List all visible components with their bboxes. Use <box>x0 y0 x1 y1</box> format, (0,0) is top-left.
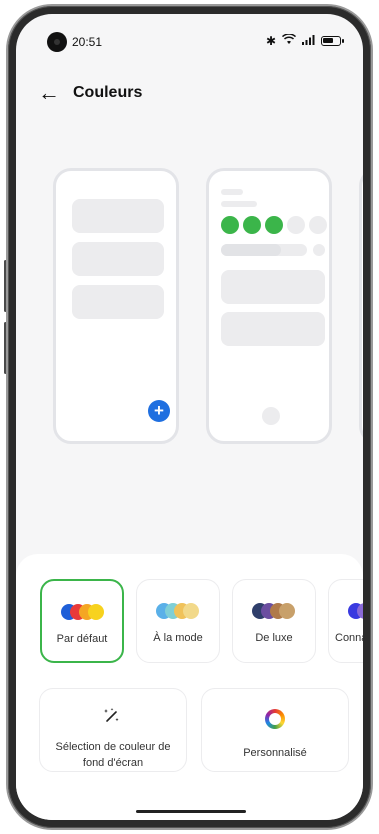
bluetooth-icon: ✱ <box>265 34 276 48</box>
style-card-par-defaut[interactable]: Par défaut <box>40 579 124 663</box>
preview-toggle-dot <box>309 216 327 234</box>
preview-slider-fill <box>221 244 281 256</box>
battery-icon <box>321 36 344 46</box>
preview-placeholder-bar <box>221 270 325 304</box>
arrow-left-icon[interactable]: ← <box>38 82 60 104</box>
preview-placeholder-bar <box>221 189 243 195</box>
status-time: 20:51 <box>72 35 103 49</box>
preview-accent-dot <box>243 216 261 234</box>
preview-screen-next <box>359 168 363 444</box>
color-swatch-icon <box>233 603 315 619</box>
style-label: De luxe <box>255 632 293 644</box>
style-card-conna[interactable]: Conna <box>328 579 363 663</box>
custom-color-button[interactable]: Personnalisé <box>201 688 349 772</box>
swatch-circle <box>88 604 104 620</box>
color-style-sheet: Par défaut À la mode De luxe Conn Sélect… <box>16 554 363 820</box>
color-swatch-icon <box>329 603 363 619</box>
preview-placeholder-bar <box>221 312 325 346</box>
preview-placeholder-bar <box>72 242 164 276</box>
status-bar: 20:51 ✱ <box>16 32 363 52</box>
swatch-circle <box>279 603 295 619</box>
plus-icon: + <box>148 400 170 422</box>
color-ring-icon <box>265 709 285 729</box>
camera-icon <box>47 32 67 52</box>
home-indicator[interactable] <box>136 810 246 813</box>
swatch-circle <box>183 603 199 619</box>
status-icons: ✱ <box>265 33 344 48</box>
wallpaper-color-button[interactable]: Sélection de couleur de fond d'écran <box>39 688 187 772</box>
volume-button <box>4 260 7 312</box>
preview-placeholder-bar <box>72 285 164 319</box>
wifi-icon <box>281 33 297 48</box>
style-label: À la mode <box>153 632 203 644</box>
volume-button <box>4 322 7 374</box>
style-label: Par défaut <box>56 633 108 645</box>
wallpaper-color-label: Sélection de couleur de fond d'écran <box>55 741 171 769</box>
preview-toggle-dot <box>287 216 305 234</box>
signal-icon <box>302 34 315 48</box>
color-swatch-icon <box>137 603 219 619</box>
preview-placeholder-bar <box>72 199 164 233</box>
magic-wand-icon <box>103 707 121 730</box>
phone-frame: 20:51 ✱ ← Couleurs + Par défaut À la mod… <box>0 0 379 834</box>
preview-accent-dot <box>265 216 283 234</box>
style-card-a-la-mode[interactable]: À la mode <box>136 579 220 663</box>
preview-accent-dot <box>221 216 239 234</box>
custom-color-label: Personnalisé <box>243 747 307 759</box>
style-label: Conna <box>335 632 363 644</box>
preview-slider-knob <box>313 244 325 256</box>
preview-home-dot <box>262 407 280 425</box>
page-title: Couleurs <box>73 84 143 101</box>
header: ← Couleurs <box>16 80 363 110</box>
preview-placeholder-bar <box>221 201 257 207</box>
preview-screen-home: + <box>53 168 179 444</box>
color-swatch-icon <box>42 604 122 620</box>
preview-screen-settings <box>206 168 332 444</box>
screen: 20:51 ✱ ← Couleurs + Par défaut À la mod… <box>16 14 363 820</box>
style-card-de-luxe[interactable]: De luxe <box>232 579 316 663</box>
